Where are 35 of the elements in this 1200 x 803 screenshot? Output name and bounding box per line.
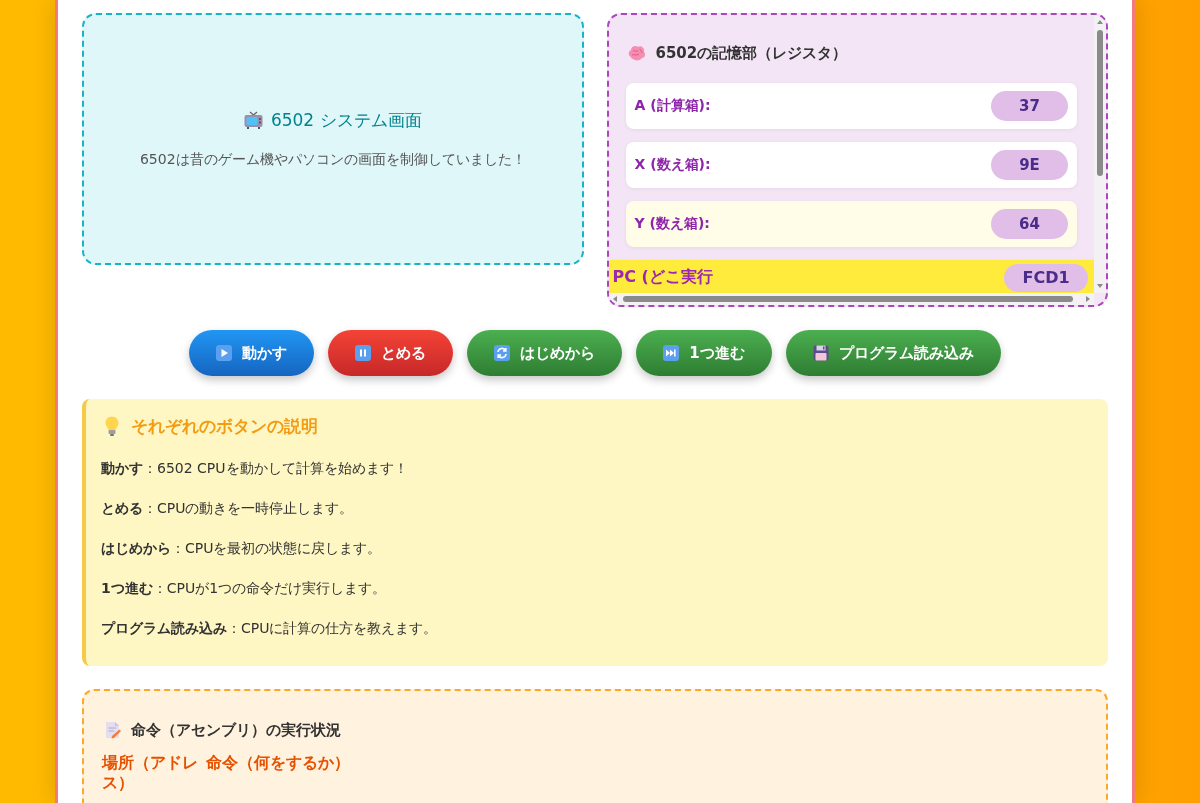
next-track-icon	[663, 345, 680, 361]
register-label: PC (どこ実行	[612, 267, 713, 288]
help-text: 1つ進む：CPUが1つの命令だけ実行します。	[101, 579, 388, 598]
reset-button[interactable]: はじめから	[467, 330, 623, 376]
load-program-button[interactable]: プログラム読み込み	[785, 330, 1001, 376]
refresh-arrows-icon	[494, 345, 511, 361]
register-label: X (数え箱):	[634, 156, 711, 174]
screen-title: 6502 システム画面	[270, 109, 422, 131]
register-label: Y (数え箱):	[634, 215, 710, 233]
help-text: はじめから：CPUを最初の状態に戻します。	[101, 539, 383, 558]
step-button[interactable]: 1つ進む	[636, 330, 772, 376]
help-text: とめる：CPUの動きを一時停止します。	[101, 499, 355, 518]
register-value: FCD1	[1004, 263, 1088, 292]
execution-title: 命令（アセンブリ）の実行状況	[131, 720, 341, 741]
register-label: A (計算箱):	[634, 97, 711, 115]
help-text: プログラム読み込み：CPUに計算の仕方を教えます。	[101, 619, 439, 638]
start-button[interactable]: 動かす	[189, 330, 315, 376]
pause-icon	[355, 345, 372, 361]
screen-description: 6502は昔のゲーム機やパソコンの画面を制御していました！	[139, 150, 526, 169]
help-title: それぞれのボタンの説明	[131, 415, 318, 437]
register-value: 9E	[991, 150, 1068, 180]
pause-button[interactable]: とめる	[328, 330, 454, 376]
brain-icon	[627, 45, 646, 61]
column-header: 命令（何をするか）	[206, 753, 350, 773]
television-icon	[243, 111, 263, 129]
registers-title: 6502の記憶部（レジスタ）	[655, 43, 848, 64]
lightbulb-icon	[105, 416, 119, 436]
register-value: 64	[991, 209, 1068, 239]
vertical-scrollbar[interactable]	[1094, 15, 1106, 293]
column-header: 場所（アドレス）	[102, 753, 199, 793]
horizontal-scrollbar[interactable]	[608, 293, 1094, 305]
memo-pencil-icon	[105, 721, 121, 739]
register-value: 37	[991, 91, 1068, 121]
play-icon	[216, 345, 233, 361]
help-text: 動かす：6502 CPUを動かして計算を始めます！	[101, 459, 409, 478]
